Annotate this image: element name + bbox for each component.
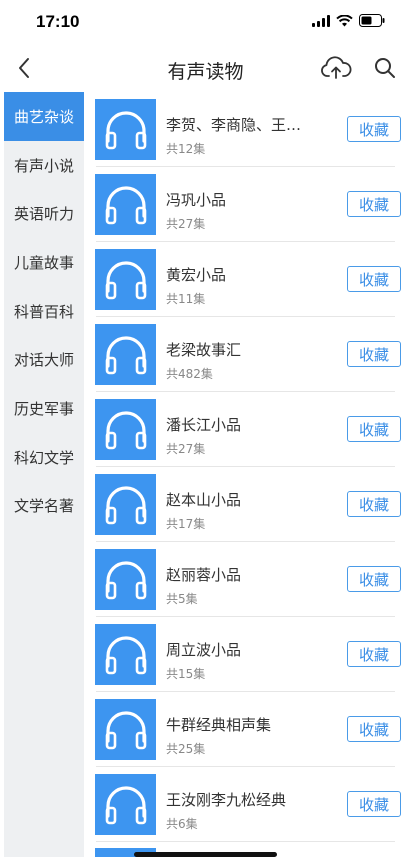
sidebar-item-english[interactable]: 英语听力 xyxy=(4,189,84,238)
list-item[interactable]: 周立波小品 共15集 收藏 xyxy=(84,617,411,692)
item-title: 潘长江小品 xyxy=(166,416,242,434)
wifi-icon xyxy=(336,14,353,26)
headphones-icon xyxy=(105,485,146,524)
home-indicator xyxy=(134,852,277,857)
favorite-button[interactable]: 收藏 xyxy=(347,566,401,592)
album-thumbnail xyxy=(95,99,156,160)
list-item[interactable]: 老梁故事汇 共482集 收藏 xyxy=(84,317,411,392)
album-thumbnail xyxy=(95,624,156,685)
item-episode-count: 共12集 xyxy=(166,142,206,156)
headphones-icon xyxy=(105,635,146,674)
item-episode-count: 共17集 xyxy=(166,517,206,531)
item-title: 黄宏小品 xyxy=(166,266,227,284)
signal-icon xyxy=(312,14,330,27)
sidebar-item-children[interactable]: 儿童故事 xyxy=(4,238,84,287)
status-icons xyxy=(312,14,385,27)
list-item[interactable]: 赵本山小品 共17集 收藏 xyxy=(84,467,411,542)
item-episode-count: 共27集 xyxy=(166,442,206,456)
item-episode-count: 共482集 xyxy=(166,367,213,381)
album-thumbnail xyxy=(95,174,156,235)
sidebar-item-novel[interactable]: 有声小说 xyxy=(4,141,84,190)
item-title: 牛群经典相声集 xyxy=(166,716,272,734)
sidebar-item-classics[interactable]: 文学名著 xyxy=(4,482,84,531)
category-sidebar: 曲艺杂谈 有声小说 英语听力 儿童故事 科普百科 对话大师 历史军事 科幻文学 … xyxy=(4,92,84,857)
item-title: 赵本山小品 xyxy=(166,491,242,509)
list-item[interactable]: 王汝刚李九松经典 共6集 收藏 xyxy=(84,767,411,842)
item-title: 周立波小品 xyxy=(166,641,242,659)
favorite-button[interactable]: 收藏 xyxy=(347,416,401,442)
favorite-button[interactable]: 收藏 xyxy=(347,191,401,217)
favorite-button[interactable]: 收藏 xyxy=(347,341,401,367)
item-episode-count: 共27集 xyxy=(166,217,206,231)
item-episode-count: 共15集 xyxy=(166,667,206,681)
album-thumbnail xyxy=(95,549,156,610)
album-thumbnail xyxy=(95,699,156,760)
item-title: 李贺、李商隐、王… xyxy=(166,116,302,134)
album-thumbnail xyxy=(95,399,156,460)
album-thumbnail xyxy=(95,474,156,535)
headphones-icon xyxy=(105,410,146,449)
headphones-icon xyxy=(105,335,146,374)
headphones-icon xyxy=(105,710,146,749)
album-thumbnail xyxy=(95,774,156,835)
list-item[interactable]: 冯巩小品 共27集 收藏 xyxy=(84,167,411,242)
item-episode-count: 共5集 xyxy=(166,592,198,606)
status-time: 17:10 xyxy=(36,12,80,31)
sidebar-item-scifi[interactable]: 科幻文学 xyxy=(4,433,84,482)
headphones-icon xyxy=(105,110,146,149)
list-item[interactable]: 潘长江小品 共27集 收藏 xyxy=(84,392,411,467)
favorite-button[interactable]: 收藏 xyxy=(347,641,401,667)
item-episode-count: 共6集 xyxy=(166,817,198,831)
favorite-button[interactable]: 收藏 xyxy=(347,716,401,742)
item-title: 老梁故事汇 xyxy=(166,341,242,359)
item-episode-count: 共25集 xyxy=(166,742,206,756)
album-thumbnail xyxy=(95,324,156,385)
battery-icon xyxy=(359,14,385,27)
list-item[interactable]: 李贺、李商隐、王… 共12集 收藏 xyxy=(84,92,411,167)
status-bar: 17:10 xyxy=(0,0,411,44)
favorite-button[interactable]: 收藏 xyxy=(347,791,401,817)
headphones-icon xyxy=(105,785,146,824)
list-item[interactable]: 赵丽蓉小品 共5集 收藏 xyxy=(84,542,411,617)
sidebar-item-history[interactable]: 历史军事 xyxy=(4,384,84,433)
item-title: 赵丽蓉小品 xyxy=(166,566,242,584)
item-episode-count: 共11集 xyxy=(166,292,206,306)
headphones-icon xyxy=(105,260,146,299)
search-icon xyxy=(375,58,395,78)
favorite-button[interactable]: 收藏 xyxy=(347,266,401,292)
favorite-button[interactable]: 收藏 xyxy=(347,491,401,517)
list-item[interactable]: 牛群经典相声集 共25集 收藏 xyxy=(84,692,411,767)
item-title: 王汝刚李九松经典 xyxy=(166,791,287,809)
search-button[interactable] xyxy=(370,53,400,83)
nav-bar: 有声读物 xyxy=(0,44,411,92)
content-area: 曲艺杂谈 有声小说 英语听力 儿童故事 科普百科 对话大师 历史军事 科幻文学 … xyxy=(0,92,411,857)
cloud-upload-button[interactable] xyxy=(318,53,354,83)
sidebar-item-science[interactable]: 科普百科 xyxy=(4,287,84,336)
sidebar-item-dialogue[interactable]: 对话大师 xyxy=(4,335,84,384)
favorite-button[interactable]: 收藏 xyxy=(347,116,401,142)
headphones-icon xyxy=(105,560,146,599)
album-thumbnail xyxy=(95,249,156,310)
item-title: 冯巩小品 xyxy=(166,191,227,209)
cloud-upload-icon xyxy=(321,56,352,79)
headphones-icon xyxy=(105,185,146,224)
sidebar-item-quyi[interactable]: 曲艺杂谈 xyxy=(4,92,84,141)
audio-list: 李贺、李商隐、王… 共12集 收藏 冯巩小品 共27集 收藏 黄宏小品 共11集… xyxy=(84,92,411,857)
divider xyxy=(96,841,395,842)
list-item[interactable]: 黄宏小品 共11集 收藏 xyxy=(84,242,411,317)
